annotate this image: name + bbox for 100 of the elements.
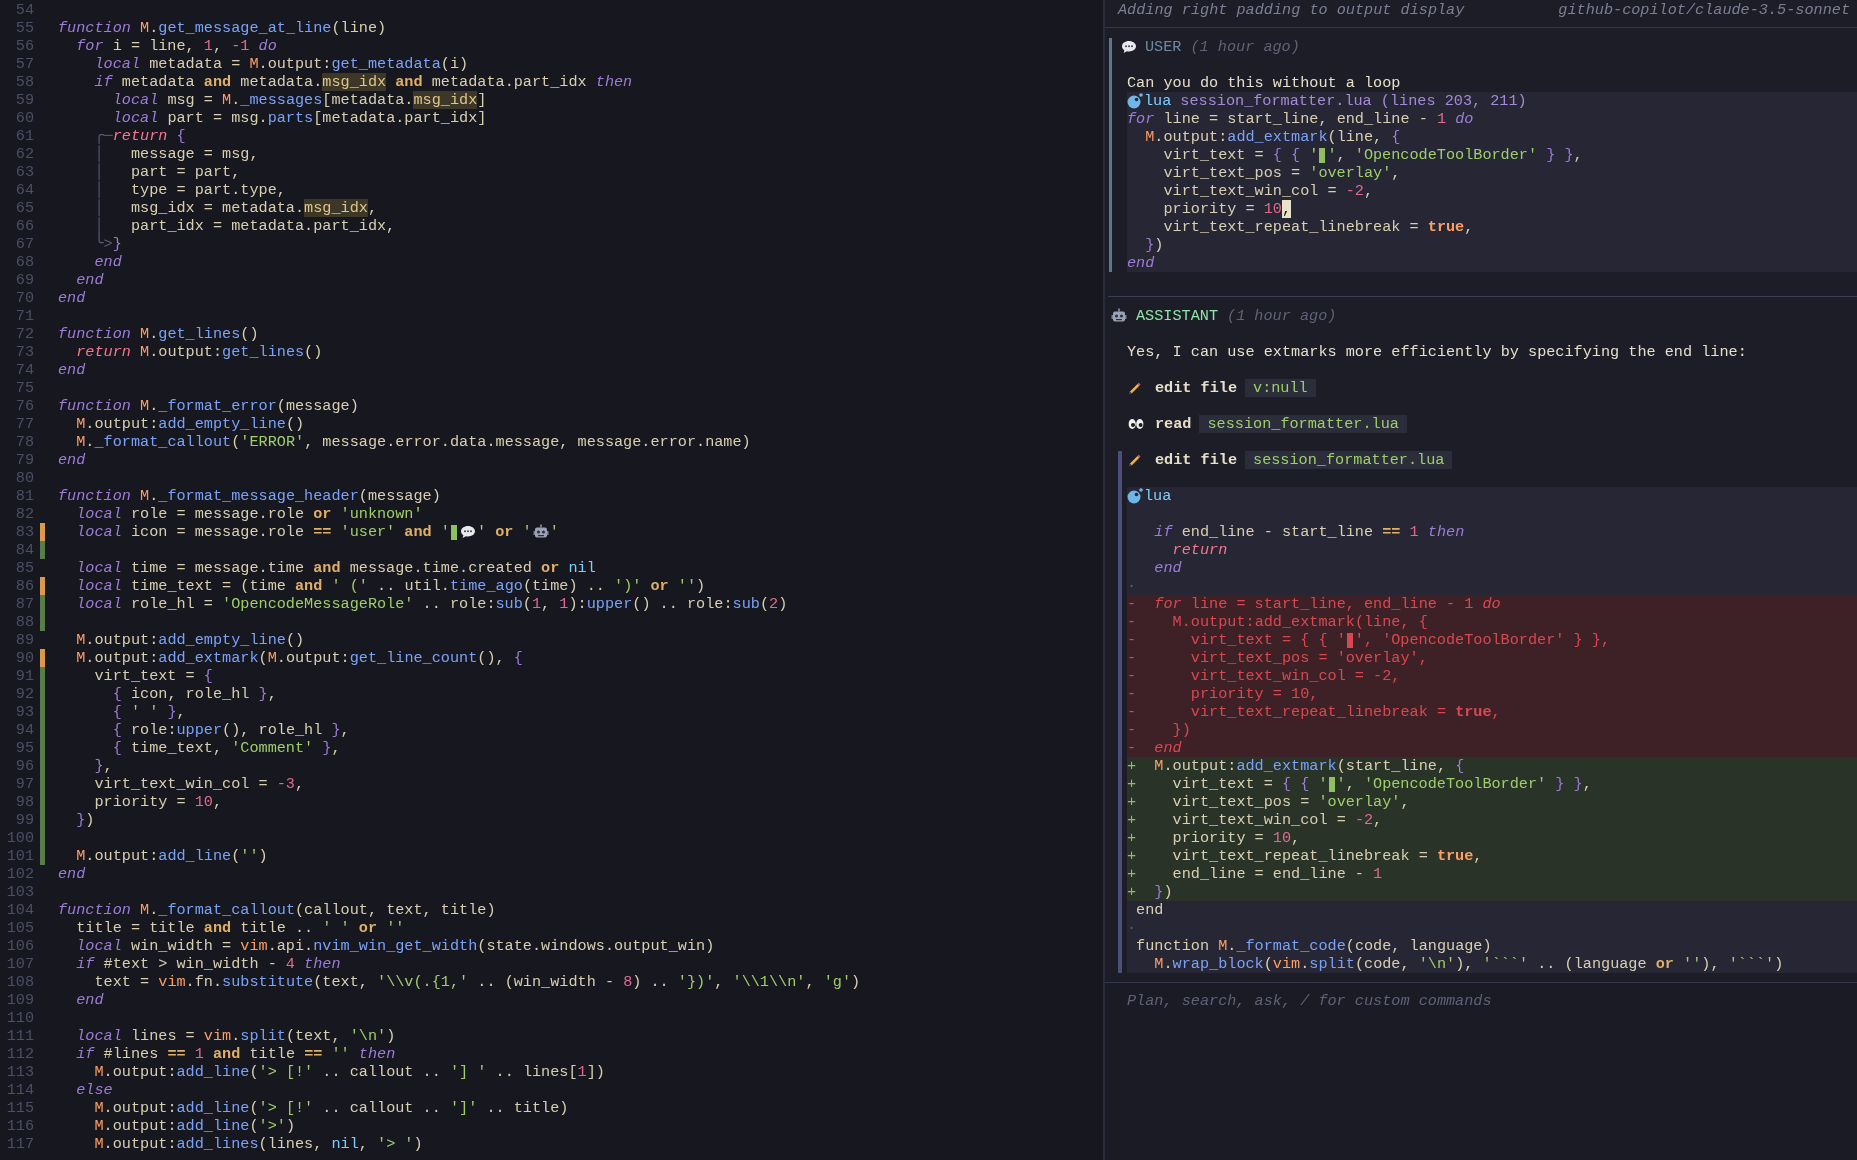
code-line: function M._format_error(message): [58, 397, 359, 415]
line-number: 91: [14, 667, 34, 685]
block-icon: [1328, 776, 1335, 792]
code-line: end: [58, 361, 86, 379]
line-number: 95: [14, 739, 34, 757]
role-label: USER: [1145, 38, 1182, 56]
code-line: end: [93, 253, 122, 271]
line-number: 99: [14, 811, 34, 829]
line-number: 107: [5, 955, 34, 973]
code-text: ', 'OpencodeToolBorder' } },: [1354, 631, 1610, 649]
message-text: Can you do this without a loop: [1127, 74, 1402, 92]
code-line: }): [1144, 236, 1164, 254]
line-number: 60: [14, 109, 34, 127]
code-line: ╰>}: [93, 235, 122, 253]
code-text: + virt_text_pos = 'overlay',: [1127, 793, 1410, 811]
code-line: local time_text = (time and ' (' .. util.time_ago(time) .. ')' or ''): [75, 577, 706, 595]
line-number: 78: [14, 433, 34, 451]
code-line: M.wrap_block(vim.split(code, '\n'), '```' .. (language or ''), '```'): [1153, 955, 1784, 973]
code-text: + }): [1127, 883, 1173, 901]
line-number: 67: [14, 235, 34, 253]
code-line: function M._format_code(code, language): [1135, 937, 1492, 955]
code-language: lua: [1144, 92, 1172, 110]
code-text: + M.output:add_extmark(start_line, {: [1127, 757, 1465, 775]
code-line: M.output:add_line('>'): [93, 1117, 295, 1135]
code-line: ': [549, 523, 559, 541]
code-line: ·: [1127, 577, 1137, 595]
code-line: M.output:add_extmark(line, {: [1144, 128, 1401, 146]
code-line: M.output:add_line('> [!' .. callout .. '] ' .. lines[1]): [93, 1063, 605, 1081]
code-line: virt_text_win_col = -3,: [93, 775, 305, 793]
line-number: 110: [5, 1009, 34, 1027]
line-number: 117: [5, 1135, 34, 1153]
code-line: local part = msg.parts[metadata.part_idx]: [111, 109, 487, 127]
line-number: 77: [14, 415, 34, 433]
code-text: - virt_text = { { ': [1127, 631, 1346, 649]
line-number: 96: [14, 757, 34, 775]
code-line: end: [1127, 254, 1155, 272]
code-line: priority = 10,: [1162, 200, 1292, 218]
code-line: if #text > win_width - 4 then: [75, 955, 341, 973]
code-text: - end: [1127, 739, 1182, 757]
code-line: virt_text = { { ': [1162, 146, 1319, 164]
line-number: 80: [14, 469, 34, 487]
message-time: (1 hour ago): [1190, 38, 1300, 56]
line-number: 104: [5, 901, 34, 919]
line-number: 113: [5, 1063, 34, 1081]
line-number: 97: [14, 775, 34, 793]
message-text: Yes, I can use extmarks more efficiently by specifying the end line:: [1127, 343, 1748, 361]
line-number: 63: [14, 163, 34, 181]
line-number: 79: [14, 451, 34, 469]
line-number: 89: [14, 631, 34, 649]
code-line: M.output:add_extmark(M.output:get_line_count(), {: [75, 649, 523, 667]
code-text: - virt_text_win_col = -2,: [1127, 667, 1401, 685]
code-line: for line = start_line, end_line - 1 do: [1127, 110, 1474, 128]
code-text: ', 'OpencodeToolBorder' } },: [1336, 775, 1592, 793]
code-line: virt_text_repeat_linebreak = true,: [1162, 218, 1474, 236]
code-line: { ' ' },: [111, 703, 186, 721]
line-number: 88: [14, 613, 34, 631]
tool-action: edit file: [1155, 379, 1238, 397]
line-number: 100: [5, 829, 34, 847]
message-time: (1 hour ago): [1227, 307, 1337, 325]
line-number: 73: [14, 343, 34, 361]
code-line: local win_width = vim.api.nvim_win_get_width(state.windows.output_win): [75, 937, 715, 955]
code-line: end: [58, 289, 86, 307]
code-line: local role = message.role or 'unknown': [75, 505, 423, 523]
code-line: local msg = M._messages[metadata.msg_idx]: [111, 91, 487, 109]
code-caption: session_formatter.lua (lines 203, 211): [1180, 92, 1527, 110]
line-number: 74: [14, 361, 34, 379]
line-number: 68: [14, 253, 34, 271]
code-line: ' or ': [476, 523, 532, 541]
line-number: 83: [14, 523, 34, 541]
code-line: priority = 10,: [93, 793, 223, 811]
code-line: │ part_idx = metadata.part_idx,: [93, 217, 396, 235]
line-number: 98: [14, 793, 34, 811]
code-line: if end_line - start_line == 1 then: [1153, 523, 1465, 541]
line-number: 82: [14, 505, 34, 523]
code-line: { icon, role_hl },: [111, 685, 277, 703]
code-text: - M.output:add_extmark(line, {: [1127, 613, 1428, 631]
code-line: │ msg_idx = metadata.msg_idx,: [93, 199, 378, 217]
line-number: 116: [5, 1117, 34, 1135]
code-text: - priority = 10,: [1127, 685, 1319, 703]
block-icon: [450, 524, 457, 540]
input-field[interactable]: Plan, search, ask, / for custom commands: [1127, 992, 1827, 1010]
code-text: + virt_text_win_col = -2,: [1127, 811, 1383, 829]
code-line: ╭─return {: [93, 127, 186, 145]
line-number: 71: [14, 307, 34, 325]
role-label: ASSISTANT: [1136, 307, 1219, 325]
line-number: 56: [14, 37, 34, 55]
line-number: 72: [14, 325, 34, 343]
robot-icon: [1111, 308, 1127, 324]
robot-icon: [532, 524, 549, 540]
code-line: text = vim.fn.substitute(text, '\\v(.{1,' .. (win_width - 8) .. '})', '\\1\\n', 'g'): [93, 973, 861, 991]
code-line: end: [75, 271, 104, 289]
code-line: end: [1135, 901, 1164, 919]
line-number: 109: [5, 991, 34, 1009]
code-line: return: [1171, 541, 1228, 559]
code-line: function M.get_message_at_line(line): [58, 19, 387, 37]
pencil-icon: [1128, 453, 1142, 467]
code-text: - virt_text_pos = 'overlay',: [1127, 649, 1428, 667]
line-number: 66: [14, 217, 34, 235]
code-text: + virt_text_repeat_linebreak = true,: [1127, 847, 1483, 865]
code-line: local metadata = M.output:get_metadata(i): [93, 55, 469, 73]
